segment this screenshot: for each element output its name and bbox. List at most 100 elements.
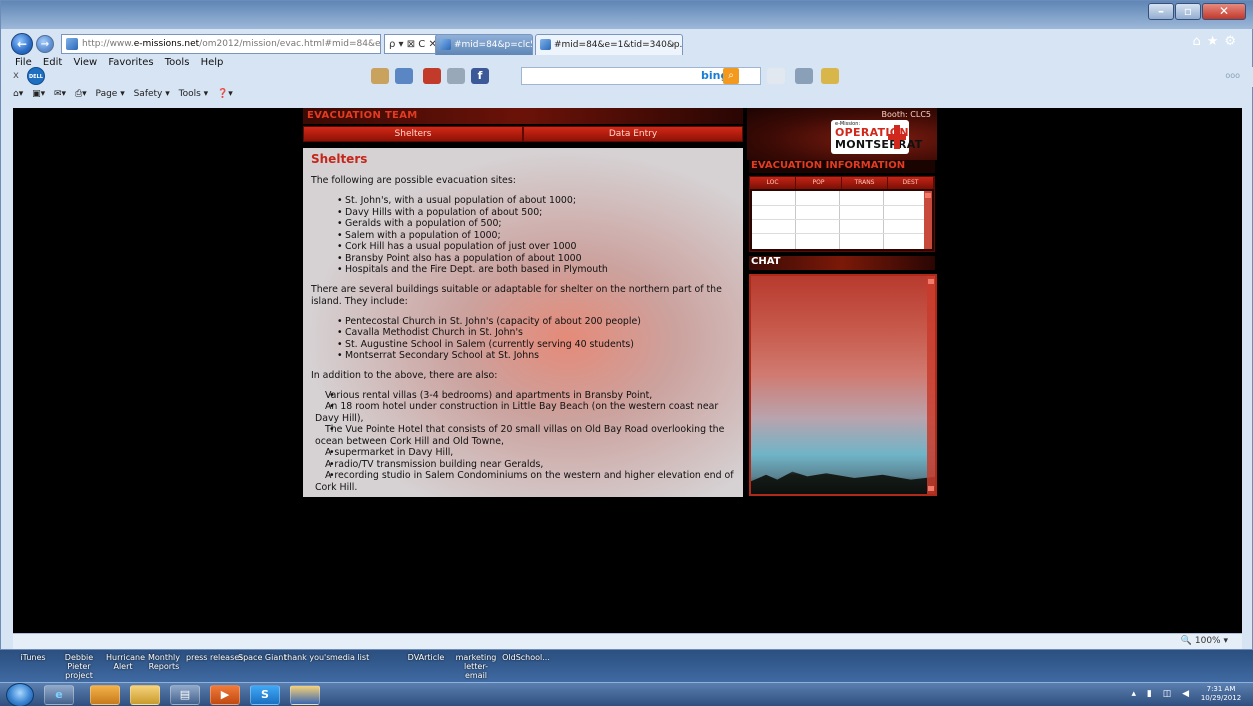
list-item: St. John's, with a usual population of a… xyxy=(337,195,735,207)
column-header-trans[interactable]: TRANS xyxy=(842,177,888,189)
like-icon[interactable] xyxy=(767,68,785,84)
table-column-divider xyxy=(883,191,884,249)
toolbar-app-icon[interactable] xyxy=(423,68,441,84)
desktop-shortcut[interactable]: DVArticle xyxy=(404,653,448,662)
taskbar: e ▤ ▶ S ▴ ▮ ◫ ◀ 7:31 AM 10/29/2012 xyxy=(0,682,1253,706)
desktop-shortcut[interactable]: iTunes xyxy=(18,653,48,662)
address-url-prefix: http://www. xyxy=(82,39,134,49)
evacuation-team-header: EVACUATION TEAM xyxy=(303,108,743,124)
column-header-pop[interactable]: POP xyxy=(796,177,842,189)
media-player-icon[interactable]: ▶ xyxy=(210,685,240,705)
tab-favicon-icon xyxy=(540,39,551,50)
column-header-loc[interactable]: LOC xyxy=(750,177,796,189)
print-icon[interactable]: ⎙▾ xyxy=(75,89,87,99)
address-url-rest: /om2012/mission/evac.html#mid=84&e=1&tid… xyxy=(199,39,381,49)
table-row xyxy=(752,205,926,206)
desktop-shortcut[interactable]: media list xyxy=(330,653,369,662)
help-icon[interactable]: ❓▾ xyxy=(217,89,233,99)
address-tools[interactable]: ρ ▾ ⊠ C ✕ xyxy=(384,34,442,54)
app-icon[interactable]: ▤ xyxy=(170,685,200,705)
desktop-shortcut[interactable]: Debbie Pieter project xyxy=(56,653,102,680)
list-item: Salem with a population of 1000; xyxy=(337,230,735,242)
sites-intro: The following are possible evacuation si… xyxy=(311,175,516,186)
table-scrollbar[interactable] xyxy=(924,191,932,249)
tab-favicon-icon xyxy=(440,39,451,50)
desktop-shortcut[interactable]: press releases xyxy=(186,653,243,662)
scroll-down-icon[interactable] xyxy=(928,486,934,491)
safety-menu[interactable]: Safety ▾ xyxy=(134,89,170,99)
table-row xyxy=(752,233,926,234)
list-item: Montserrat Secondary School at St. Johns xyxy=(337,350,735,362)
evacuation-information-title: EVACUATION INFORMATION xyxy=(749,160,935,173)
close-window-button[interactable]: ✕ xyxy=(1202,3,1246,20)
skype-icon[interactable]: S xyxy=(250,685,280,705)
buildings-list: Pentecostal Church in St. John's (capaci… xyxy=(337,316,735,362)
desktop-shortcut[interactable]: Hurricane Alert xyxy=(106,653,145,671)
scroll-up-icon[interactable] xyxy=(925,193,931,198)
home-icon[interactable]: ⌂▾ xyxy=(13,89,23,99)
toolbar-app-icon[interactable] xyxy=(821,68,839,84)
scroll-up-icon[interactable] xyxy=(928,279,934,284)
chat-scrollbar[interactable] xyxy=(927,276,935,494)
toolbar-app-icon[interactable] xyxy=(395,68,413,84)
toolbar-app-icon[interactable] xyxy=(447,68,465,84)
page-menu[interactable]: Page ▾ xyxy=(96,89,125,99)
logo-area: Booth: CLC5 e-Mission: OPERATION MONTSER… xyxy=(747,108,937,160)
browser-tab[interactable]: #mid=84&p=clc5&ret=false&... xyxy=(435,34,533,55)
toolbar-app-icon[interactable] xyxy=(795,68,813,84)
desktop-shortcut[interactable]: Space Giant xyxy=(238,653,286,662)
tab-shelters[interactable]: Shelters xyxy=(303,126,523,142)
search-icon[interactable]: ⌕ xyxy=(723,68,739,84)
feeds-icon[interactable]: ▣▾ xyxy=(32,89,45,99)
list-item: Bransby Point also has a population of a… xyxy=(337,253,735,265)
forward-button[interactable]: → xyxy=(36,35,54,53)
desktop-shortcuts: iTunes Debbie Pieter project Hurricane A… xyxy=(0,650,1253,682)
table-row xyxy=(752,219,926,220)
evacuation-team-title: EVACUATION TEAM xyxy=(307,110,418,121)
red-cross-icon xyxy=(888,125,906,149)
dell-icon[interactable]: DELL xyxy=(27,67,45,85)
address-url-domain: e-missions.net xyxy=(133,39,200,49)
tab-data-entry[interactable]: Data Entry xyxy=(523,126,743,142)
home-favorites-settings-icons[interactable]: ⌂★⚙ xyxy=(1192,34,1242,49)
status-bar: 🔍 100% ▾ xyxy=(13,633,1242,649)
toolbar-close-icon[interactable]: x xyxy=(13,70,19,81)
desktop-shortcut[interactable]: marketing letter-email xyxy=(454,653,498,680)
list-item: Pentecostal Church in St. John's (capaci… xyxy=(337,316,735,328)
internet-explorer-icon[interactable]: e xyxy=(44,685,74,705)
toolbar-app-icon[interactable] xyxy=(371,68,389,84)
start-button[interactable] xyxy=(6,683,34,706)
facebook-icon[interactable]: f xyxy=(471,68,489,84)
file-explorer-icon[interactable] xyxy=(130,685,160,705)
clock-date: 10/29/2012 xyxy=(1200,694,1242,702)
desktop-shortcut[interactable]: thank you's xyxy=(284,653,330,662)
address-bar[interactable]: http://www.e-missions.net/om2012/mission… xyxy=(61,34,381,54)
navigation-row: ← → http://www.e-missions.net/om2012/mis… xyxy=(1,31,1253,55)
table-column-divider xyxy=(839,191,840,249)
zoom-level[interactable]: 🔍 100% ▾ xyxy=(1181,636,1228,646)
maximize-button[interactable]: ▫ xyxy=(1175,3,1201,20)
back-button[interactable]: ← xyxy=(11,33,33,55)
outlook-icon[interactable] xyxy=(90,685,120,705)
list-item: Geralds with a population of 500; xyxy=(337,218,735,230)
page-favicon-icon xyxy=(66,38,78,50)
tab-close-icon[interactable]: × xyxy=(670,35,678,55)
booth-label: Booth: CLC5 xyxy=(881,110,931,119)
system-tray-icons[interactable]: ▴ ▮ ◫ ◀ xyxy=(1132,689,1193,699)
chat-box[interactable] xyxy=(749,274,937,496)
toolbar-more-icon[interactable]: ooo xyxy=(1225,71,1240,80)
system-clock[interactable]: 7:31 AM 10/29/2012 xyxy=(1195,685,1247,703)
desktop-shortcut[interactable]: OldSchool... xyxy=(502,653,550,662)
desktop-shortcut[interactable]: Monthly Reports xyxy=(146,653,182,671)
browser-tab-active[interactable]: #mid=84&e=1&tid=340&p... × xyxy=(535,34,683,55)
mail-icon[interactable]: ✉▾ xyxy=(54,89,66,99)
column-header-dest[interactable]: DEST xyxy=(888,177,934,189)
window-titlebar[interactable]: – ▫ ✕ xyxy=(1,1,1253,29)
security-shield-icon[interactable] xyxy=(290,685,320,705)
list-item: The Vue Pointe Hotel that consists of 20… xyxy=(315,424,735,447)
list-item: An 18 room hotel under construction in L… xyxy=(315,401,735,424)
minimize-button[interactable]: – xyxy=(1148,3,1174,20)
logo-line2: MONTSERRAT xyxy=(835,138,923,151)
tools-menu[interactable]: Tools ▾ xyxy=(179,89,209,99)
right-column: Booth: CLC5 e-Mission: OPERATION MONTSER… xyxy=(747,108,937,497)
